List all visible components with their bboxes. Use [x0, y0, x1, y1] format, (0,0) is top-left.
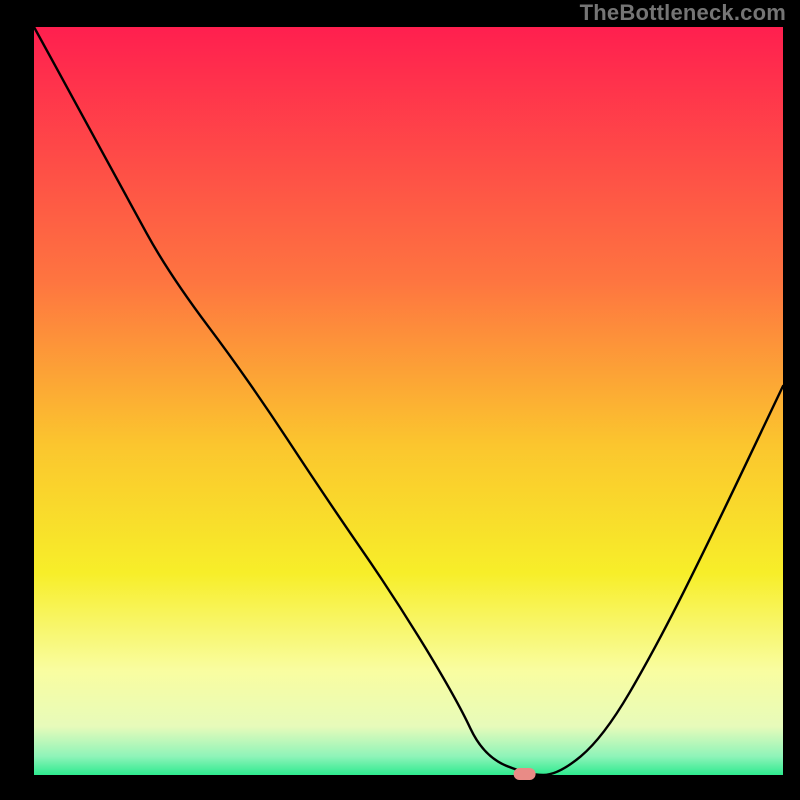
watermark-text: TheBottleneck.com	[580, 0, 786, 26]
chart-svg	[0, 0, 800, 800]
plot-background	[34, 27, 783, 775]
chart-stage: TheBottleneck.com	[0, 0, 800, 800]
optimal-marker	[514, 768, 536, 780]
